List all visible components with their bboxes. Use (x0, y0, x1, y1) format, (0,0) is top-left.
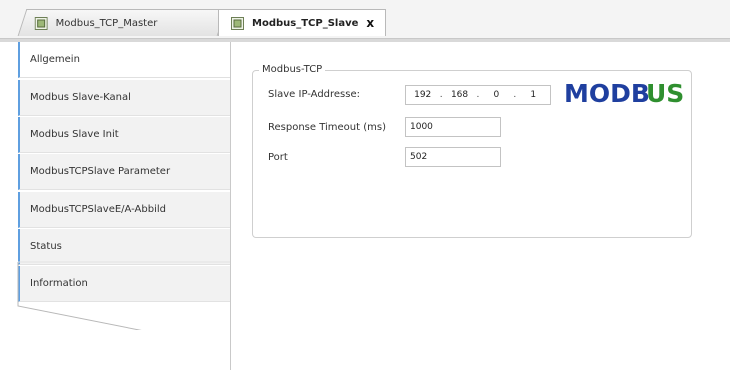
response-timeout-label: Response Timeout (ms) (268, 122, 386, 133)
ip-octet-3[interactable]: 0 (485, 86, 507, 104)
ip-separator: . (476, 90, 480, 100)
close-icon[interactable]: x (366, 16, 374, 30)
ip-separator: . (439, 90, 443, 100)
ip-address-label: Slave IP-Addresse: (268, 89, 360, 100)
ip-octet-1[interactable]: 192 (412, 86, 434, 104)
logo-text-green: US (646, 79, 684, 108)
tab-label: Modbus_TCP_Master (55, 17, 158, 29)
sidebar-item-allgemein[interactable]: Allgemein (18, 42, 230, 78)
sidebar-item-modbus-slave-kanal[interactable]: Modbus Slave-Kanal (18, 80, 230, 116)
device-icon (231, 16, 244, 30)
modbus-logo: MODB US (564, 79, 684, 108)
tab-modbus-tcp-slave[interactable]: Modbus_TCP_Slave x (218, 9, 386, 36)
device-icon (34, 16, 48, 30)
logo-text-blue: MODB (564, 79, 650, 108)
tab-label: Modbus_TCP_Slave (252, 17, 359, 29)
tab-modbus-tcp-master[interactable]: Modbus_TCP_Master (17, 9, 227, 36)
sidebar-item-modbus-slave-init[interactable]: Modbus Slave Init (18, 117, 230, 153)
group-title: Modbus-TCP (259, 64, 326, 75)
sidebar: Allgemein Modbus Slave-Kanal Modbus Slav… (18, 42, 230, 370)
response-timeout-field[interactable]: 1000 (405, 117, 501, 137)
sidebar-item-status[interactable]: Status (18, 229, 230, 265)
sidebar-item-ea-abbild[interactable]: ModbusTCPSlaveE/A-Abbild (18, 192, 230, 228)
port-label: Port (268, 152, 288, 163)
ip-separator: . (513, 90, 517, 100)
ip-octet-4[interactable]: 1 (522, 86, 544, 104)
sidebar-item-information[interactable]: Information (18, 266, 230, 302)
panel-separator (230, 42, 231, 370)
ip-address-field[interactable]: 192 . 168 . 0 . 1 (405, 85, 551, 105)
ip-octet-2[interactable]: 168 (449, 86, 471, 104)
port-field[interactable]: 502 (405, 147, 501, 167)
sidebar-item-slave-parameter[interactable]: ModbusTCPSlave Parameter (18, 154, 230, 190)
